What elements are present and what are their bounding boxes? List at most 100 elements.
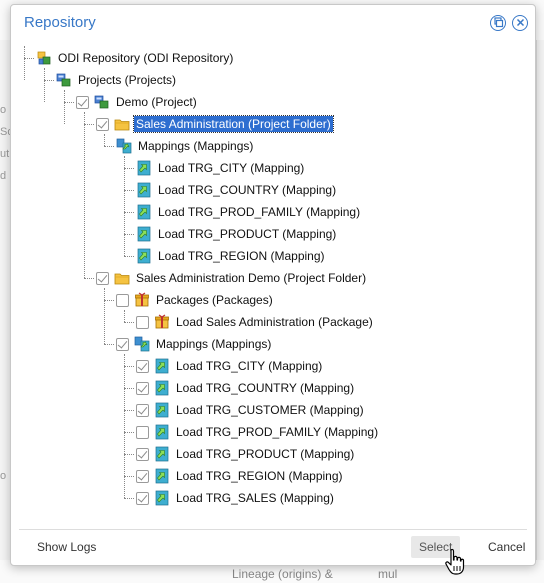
- tree-node[interactable]: Load TRG_PRODUCT (Mapping): [136, 444, 356, 464]
- tree-node[interactable]: Sales Administration Demo (Project Folde…: [96, 268, 368, 288]
- tree-node-label[interactable]: Load TRG_PRODUCT (Mapping): [156, 226, 338, 242]
- tree-node[interactable]: Sales Administration (Project Folder): [96, 114, 334, 134]
- tree-node-checkbox[interactable]: [116, 337, 129, 351]
- tree-connector-line: [124, 310, 125, 322]
- tree-node[interactable]: Load TRG_COUNTRY (Mapping): [136, 378, 356, 398]
- folder-icon: [114, 270, 130, 286]
- tree-node-label[interactable]: ODI Repository (ODI Repository): [56, 50, 235, 66]
- dialog-titlebar: Repository: [11, 5, 535, 41]
- tree-connector-line: [84, 278, 94, 279]
- tree-connector-line: [104, 344, 114, 345]
- mapping-icon: [154, 380, 170, 396]
- tree-node[interactable]: Load TRG_CITY (Mapping): [136, 356, 324, 376]
- show-logs-button[interactable]: Show Logs: [29, 536, 104, 558]
- tree-node-checkbox[interactable]: [136, 491, 149, 505]
- tree-connector-line: [104, 288, 105, 344]
- tree-node-label[interactable]: Sales Administration (Project Folder): [133, 115, 334, 133]
- tree-node-label[interactable]: Projects (Projects): [76, 72, 178, 88]
- tree-connector-line: [124, 212, 134, 213]
- dialog-title: Repository: [24, 14, 96, 31]
- background-text-fragment: o: [0, 470, 7, 482]
- tree-node-checkbox[interactable]: [136, 403, 149, 417]
- tree-node[interactable]: Load TRG_COUNTRY (Mapping): [136, 180, 338, 200]
- tree-node-checkbox[interactable]: [96, 117, 109, 131]
- background-text-fragment: d: [0, 170, 7, 182]
- tree-connector-line: [64, 102, 74, 103]
- tree-connector-line: [124, 168, 134, 169]
- hand-cursor-icon: [445, 548, 465, 575]
- tree-node[interactable]: Load TRG_PRODUCT (Mapping): [136, 224, 338, 244]
- tree-connector-line: [124, 156, 125, 256]
- tree-node[interactable]: Load TRG_CUSTOMER (Mapping): [136, 400, 366, 420]
- close-icon[interactable]: [512, 15, 528, 31]
- tree-node[interactable]: Load Sales Administration (Package): [136, 312, 375, 332]
- tree-node[interactable]: Projects (Projects): [56, 70, 178, 90]
- background-text-fragment: o: [0, 104, 7, 116]
- restore-icon[interactable]: [490, 15, 506, 31]
- mapping-icon: [154, 490, 170, 506]
- tree-connector-line: [104, 146, 114, 147]
- tree-node[interactable]: Load TRG_PROD_FAMILY (Mapping): [136, 422, 380, 442]
- tree-node-label[interactable]: Load TRG_PROD_FAMILY (Mapping): [174, 424, 380, 440]
- tree-connector-line: [104, 134, 105, 146]
- tree-node-checkbox[interactable]: [136, 447, 149, 461]
- tree-connector-line: [24, 58, 34, 59]
- tree-node[interactable]: Load TRG_SALES (Mapping): [136, 488, 336, 508]
- tree-connector-line: [44, 68, 45, 102]
- tree-node-checkbox[interactable]: [96, 271, 109, 285]
- mapping-icon: [154, 446, 170, 462]
- tree-node[interactable]: Mappings (Mappings): [116, 136, 255, 156]
- background-right-panel: [536, 40, 544, 560]
- mappings-icon: [116, 138, 132, 154]
- tree-connector-line: [124, 388, 134, 389]
- folder-icon: [114, 116, 130, 132]
- tree-node-label[interactable]: Load Sales Administration (Package): [174, 314, 375, 330]
- mappings-icon: [134, 336, 150, 352]
- tree-node-label[interactable]: Load TRG_COUNTRY (Mapping): [174, 380, 356, 396]
- tree-connector-line: [124, 410, 134, 411]
- tree-node-checkbox[interactable]: [136, 469, 149, 483]
- tree-node-checkbox[interactable]: [136, 425, 149, 439]
- tree-connector-line: [124, 476, 134, 477]
- packages-icon: [134, 292, 150, 308]
- tree-node[interactable]: Load TRG_PROD_FAMILY (Mapping): [136, 202, 362, 222]
- mapping-icon: [154, 402, 170, 418]
- cancel-button[interactable]: Cancel: [480, 536, 533, 558]
- tree-node[interactable]: Load TRG_CITY (Mapping): [136, 158, 306, 178]
- tree-node-label[interactable]: Load TRG_PRODUCT (Mapping): [174, 446, 356, 462]
- tree-node[interactable]: Load TRG_REGION (Mapping): [136, 466, 345, 486]
- tree-node-label[interactable]: Load TRG_REGION (Mapping): [174, 468, 345, 484]
- background-lineage-text: Lineage (origins) &: [232, 567, 333, 581]
- tree-node[interactable]: Demo (Project): [76, 92, 199, 112]
- mapping-icon: [154, 468, 170, 484]
- tree-node-label[interactable]: Load TRG_CUSTOMER (Mapping): [174, 402, 366, 418]
- tree-node[interactable]: ODI Repository (ODI Repository): [36, 48, 235, 68]
- tree-node-label[interactable]: Mappings (Mappings): [136, 138, 255, 154]
- tree-node-label[interactable]: Load TRG_SALES (Mapping): [174, 490, 336, 506]
- tree-node-label[interactable]: Load TRG_REGION (Mapping): [156, 248, 327, 264]
- tree-node-label[interactable]: Load TRG_CITY (Mapping): [156, 160, 306, 176]
- tree-node-label[interactable]: Sales Administration Demo (Project Folde…: [134, 270, 368, 286]
- tree-node-checkbox[interactable]: [136, 359, 149, 373]
- tree-node-checkbox[interactable]: [136, 315, 149, 329]
- tree-node-label[interactable]: Load TRG_COUNTRY (Mapping): [156, 182, 338, 198]
- background-text-fragment: So: [0, 126, 10, 138]
- tree-node[interactable]: Packages (Packages): [116, 290, 275, 310]
- tree-node-label[interactable]: Demo (Project): [114, 94, 199, 110]
- tree-node-label[interactable]: Load TRG_PROD_FAMILY (Mapping): [156, 204, 362, 220]
- tree-node-label[interactable]: Load TRG_CITY (Mapping): [174, 358, 324, 374]
- tree-connector-line: [124, 366, 134, 367]
- tree-connector-line: [64, 90, 65, 124]
- projects-icon: [56, 72, 72, 88]
- tree-node-label[interactable]: Mappings (Mappings): [154, 336, 273, 352]
- tree-connector-line: [44, 80, 54, 81]
- tree-connector-line: [124, 454, 134, 455]
- tree-node-checkbox[interactable]: [116, 293, 129, 307]
- mapping-icon: [154, 358, 170, 374]
- tree-node-checkbox[interactable]: [76, 95, 89, 109]
- tree-node-label[interactable]: Packages (Packages): [154, 292, 275, 308]
- tree-connector-line: [124, 256, 134, 257]
- tree-node[interactable]: Mappings (Mappings): [116, 334, 273, 354]
- tree-node[interactable]: Load TRG_REGION (Mapping): [136, 246, 327, 266]
- tree-node-checkbox[interactable]: [136, 381, 149, 395]
